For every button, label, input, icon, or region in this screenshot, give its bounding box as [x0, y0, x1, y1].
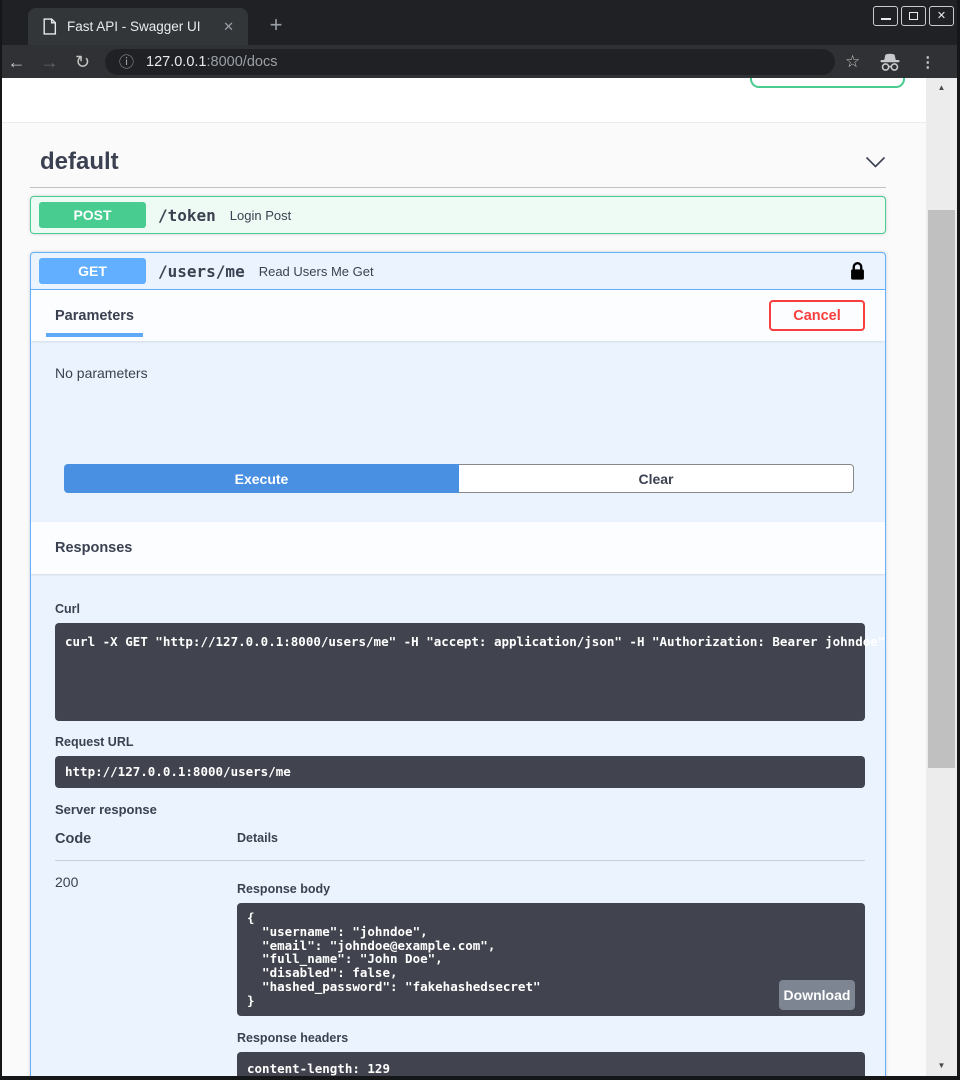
reload-icon[interactable]: ↻ — [66, 53, 99, 71]
active-tab-underline — [46, 333, 143, 337]
curl-code-block: curl -X GET "http://127.0.0.1:8000/users… — [55, 623, 865, 721]
window-border-left — [0, 0, 2, 1080]
table-header-row: Code Details — [55, 831, 865, 861]
close-window-button[interactable]: ✕ — [929, 6, 954, 26]
opblock-post-header[interactable]: POST /token Login Post — [31, 197, 885, 233]
tab-title: Fast API - Swagger UI — [67, 19, 219, 34]
get-summary: Read Users Me Get — [259, 264, 850, 279]
tab-parameters[interactable]: Parameters — [55, 292, 134, 340]
chevron-down-icon[interactable] — [865, 156, 886, 169]
post-path: /token — [158, 206, 216, 225]
server-response-label: Server response — [55, 802, 865, 817]
clear-button[interactable]: Clear — [459, 464, 854, 493]
incognito-icon — [878, 52, 902, 72]
scrollbar-down-icon[interactable]: ▼ — [926, 1058, 957, 1074]
browser-toolbar: ← → ↻ ⓘ 127.0.0.1:8000/docs ☆ ⋮ — [0, 45, 960, 78]
section-divider — [30, 187, 886, 188]
swagger-page: default POST /token Login Post GET /user… — [0, 78, 960, 1080]
opblock-get-users-me: GET /users/me Read Users Me Get Paramete… — [30, 252, 886, 1080]
maximize-icon — [909, 12, 918, 20]
execute-button[interactable]: Execute — [64, 464, 459, 493]
default-section-header[interactable]: default — [40, 148, 886, 176]
download-button[interactable]: Download — [779, 980, 855, 1010]
minimize-button[interactable] — [873, 6, 898, 26]
scheme-container — [0, 78, 934, 123]
responses-title: Responses — [55, 540, 132, 556]
toolbar-right: ☆ ⋮ — [845, 52, 935, 72]
status-code: 200 — [55, 874, 237, 1080]
responses-body: Curl curl -X GET "http://127.0.0.1:8000/… — [31, 574, 885, 1080]
response-body-label: Response body — [237, 882, 865, 896]
maximize-button[interactable] — [901, 6, 926, 26]
tab-close-icon[interactable]: ✕ — [219, 17, 238, 37]
scrollbar-up-icon[interactable]: ▲ — [926, 80, 957, 96]
curl-command: curl -X GET "http://127.0.0.1:8000/users… — [65, 635, 855, 649]
request-url-label: Request URL — [55, 735, 865, 749]
authorize-button-partial[interactable] — [750, 78, 905, 88]
details-cell: Response body { "username": "johndoe", "… — [237, 874, 865, 1080]
responses-section-header: Responses — [31, 522, 885, 574]
minimize-icon — [881, 18, 891, 20]
parameters-tab-label: Parameters — [55, 308, 134, 324]
new-tab-button[interactable]: + — [262, 12, 290, 38]
curl-label: Curl — [55, 602, 865, 616]
opblock-get-header[interactable]: GET /users/me Read Users Me Get — [31, 253, 885, 290]
server-response-table: Code Details 200 Response body { "userna… — [55, 831, 865, 1080]
page-scrollbar[interactable]: ▲ ▼ — [926, 78, 957, 1076]
table-row: 200 Response body { "username": "johndoe… — [55, 861, 865, 1080]
request-url-block: http://127.0.0.1:8000/users/me — [55, 756, 865, 788]
menu-dots-icon[interactable]: ⋮ — [920, 53, 935, 71]
response-headers-label: Response headers — [237, 1031, 865, 1045]
request-url-value: http://127.0.0.1:8000/users/me — [65, 765, 855, 779]
browser-window: Fast API - Swagger UI ✕ + ✕ ← → ↻ ⓘ 127.… — [0, 0, 960, 1080]
post-summary: Login Post — [230, 208, 877, 223]
response-body-json: { "username": "johndoe", "email": "johnd… — [247, 911, 855, 1008]
forward-icon[interactable]: → — [33, 53, 66, 71]
site-info-icon[interactable]: ⓘ — [119, 51, 134, 72]
response-body-block: { "username": "johndoe", "email": "johnd… — [237, 903, 865, 1016]
tab-strip: Fast API - Swagger UI ✕ + ✕ — [0, 0, 960, 45]
get-path: /users/me — [158, 262, 245, 281]
get-method-badge: GET — [39, 258, 146, 284]
address-bar[interactable]: ⓘ 127.0.0.1:8000/docs — [105, 49, 835, 75]
url-path: :8000/docs — [207, 54, 278, 70]
cancel-button[interactable]: Cancel — [769, 300, 865, 331]
parameters-tab-header: Parameters Cancel — [31, 290, 885, 341]
code-column-header: Code — [55, 831, 237, 847]
no-parameters-text: No parameters — [31, 341, 885, 421]
auth-lock-button[interactable] — [850, 261, 865, 281]
bookmark-star-icon[interactable]: ☆ — [845, 52, 860, 72]
post-method-badge: POST — [39, 202, 146, 228]
details-column-header: Details — [237, 831, 278, 847]
window-border-bottom — [0, 1076, 960, 1080]
url-text: 127.0.0.1:8000/docs — [146, 54, 277, 70]
section-title: default — [40, 148, 119, 176]
scrollbar-thumb[interactable] — [928, 210, 955, 768]
window-controls: ✕ — [873, 6, 954, 26]
opblock-post-token[interactable]: POST /token Login Post — [30, 196, 886, 234]
lock-icon — [850, 261, 865, 281]
page-content: default POST /token Login Post GET /user… — [0, 124, 934, 1080]
page-favicon-icon — [42, 18, 57, 35]
browser-tab[interactable]: Fast API - Swagger UI ✕ — [28, 8, 248, 45]
back-icon[interactable]: ← — [0, 53, 33, 71]
execute-row: Execute Clear — [64, 464, 854, 493]
url-host: 127.0.0.1 — [146, 54, 206, 70]
